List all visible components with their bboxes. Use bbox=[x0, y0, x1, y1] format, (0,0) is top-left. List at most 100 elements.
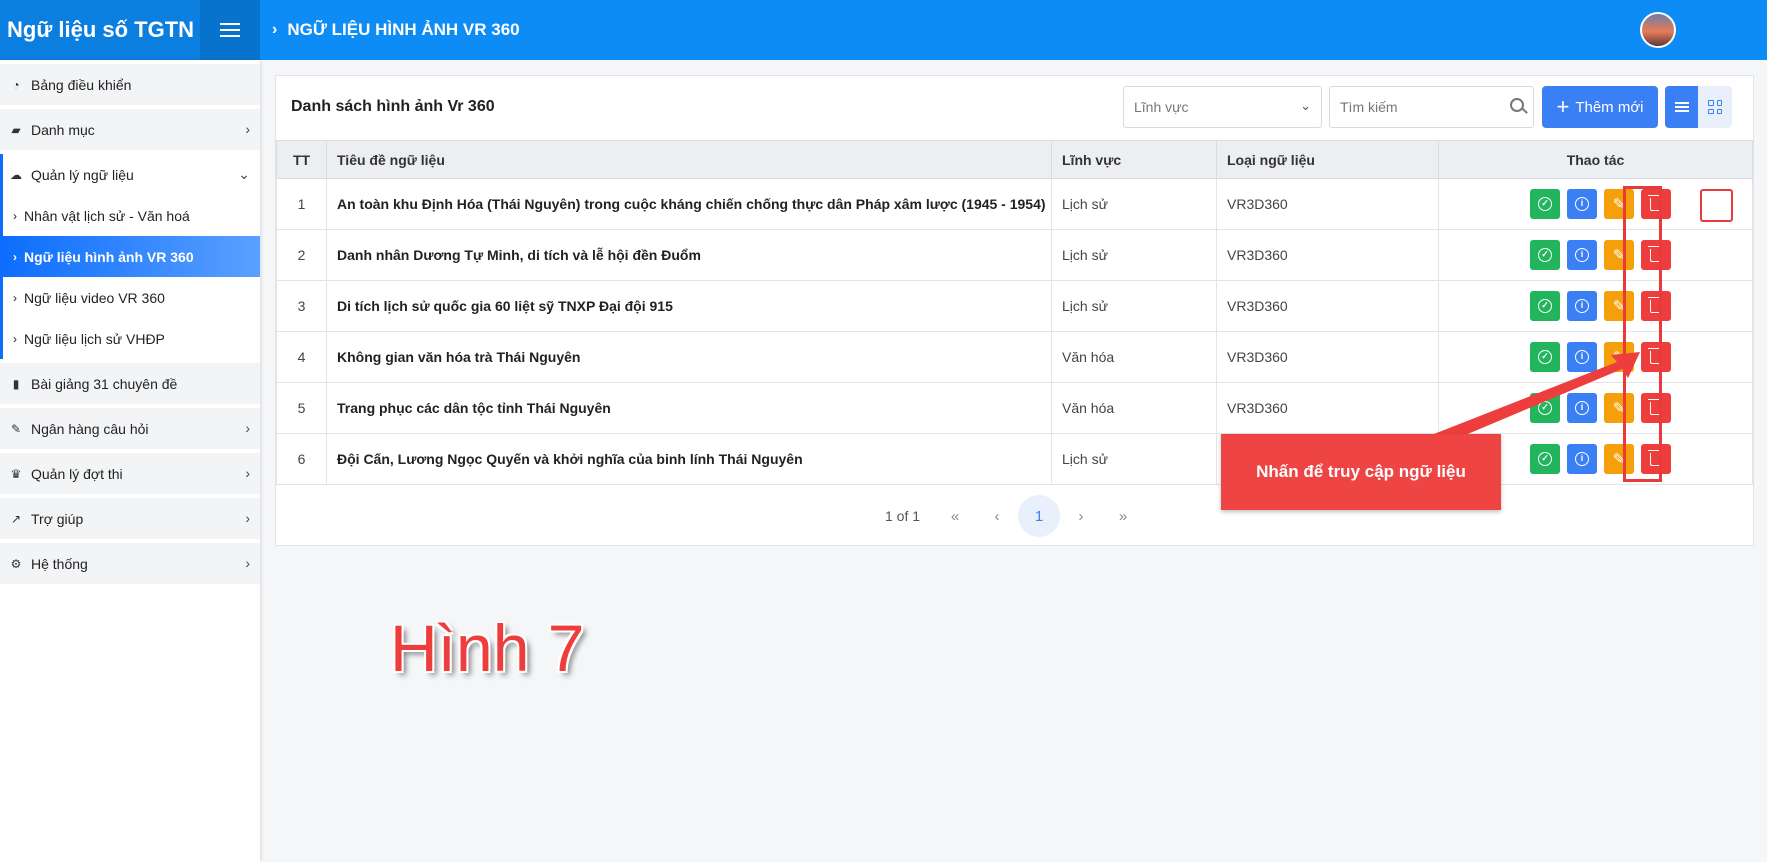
sidebar-item-help[interactable]: ↗ Trợ giúp › bbox=[0, 498, 260, 539]
approve-button[interactable]: ✓ bbox=[1530, 444, 1560, 474]
sidebar-item-label: Ngân hàng câu hỏi bbox=[31, 420, 149, 437]
add-new-label: Thêm mới bbox=[1575, 98, 1644, 116]
column-header-title: Tiêu đề ngữ liệu bbox=[326, 140, 1052, 179]
cell-title[interactable]: Không gian văn hóa trà Thái Nguyên bbox=[326, 331, 1052, 383]
info-icon: i bbox=[1575, 299, 1589, 313]
table-row: 4 Không gian văn hóa trà Thái Nguyên Văn… bbox=[276, 331, 1753, 383]
filter-placeholder: Lĩnh vực bbox=[1134, 99, 1189, 115]
cell-field: Văn hóa bbox=[1051, 331, 1217, 383]
sidebar-item-content-management[interactable]: ☁ Quản lý ngữ liệu ⌄ bbox=[0, 154, 260, 195]
cell-type: VR3D360 bbox=[1216, 178, 1439, 230]
cell-type: VR3D360 bbox=[1216, 382, 1439, 434]
check-circle-icon: ✓ bbox=[1538, 452, 1552, 466]
cell-field: Lịch sử bbox=[1051, 229, 1217, 281]
cloud-icon: ☁ bbox=[10, 167, 22, 182]
sidebar-item-dashboard[interactable]: ◔ Bảng điều khiển bbox=[0, 64, 260, 105]
table-row: 6 Đội Cấn, Lương Ngọc Quyến và khởi nghĩ… bbox=[276, 433, 1753, 485]
pagination: 1 of 1 « ‹ 1 › » bbox=[276, 495, 1753, 537]
field-filter-select[interactable]: Lĩnh vực ⌄ bbox=[1123, 86, 1322, 128]
page-1-button[interactable]: 1 bbox=[1018, 495, 1061, 537]
sidebar-item-system[interactable]: ⚙ Hệ thống › bbox=[0, 543, 260, 584]
chevron-right-icon: › bbox=[245, 420, 250, 436]
cell-type: VR3D360 bbox=[1216, 229, 1439, 281]
trophy-icon: ♛ bbox=[10, 466, 22, 481]
approve-button[interactable]: ✓ bbox=[1530, 240, 1560, 270]
list-icon bbox=[1675, 102, 1689, 112]
column-header-type: Loại ngữ liệu bbox=[1216, 140, 1439, 179]
sidebar-subitem-historical-figures[interactable]: › Nhân vật lịch sử - Văn hoá bbox=[0, 195, 260, 236]
table-row: 1 An toàn khu Định Hóa (Thái Nguyên) tro… bbox=[276, 178, 1753, 230]
annotation-callout: Nhấn để truy cập ngữ liệu bbox=[1221, 434, 1501, 510]
info-button[interactable]: i bbox=[1567, 393, 1597, 423]
menu-toggle-button[interactable] bbox=[200, 0, 260, 60]
book-icon: ▮ bbox=[12, 376, 20, 391]
sidebar: ◔ Bảng điều khiển ▰ Danh mục › ☁ Quản lý ngữ… bbox=[0, 60, 260, 862]
prev-page-button[interactable]: ‹ bbox=[976, 495, 1018, 537]
cell-actions: ✓ i ✎ bbox=[1438, 331, 1753, 383]
avatar[interactable] bbox=[1640, 12, 1676, 48]
plus-icon: + bbox=[1556, 94, 1570, 119]
chevron-right-icon: › bbox=[245, 465, 250, 481]
approve-button[interactable]: ✓ bbox=[1530, 342, 1560, 372]
cell-title[interactable]: Di tích lịch sử quốc gia 60 liệt sỹ TNXP… bbox=[326, 280, 1052, 332]
sidebar-item-question-bank[interactable]: ✎ Ngân hàng câu hỏi › bbox=[0, 408, 260, 449]
sidebar-item-label: Quản lý đợt thi bbox=[31, 465, 123, 482]
cell-field: Lịch sử bbox=[1051, 178, 1217, 230]
hamburger-icon bbox=[220, 23, 240, 37]
check-circle-icon: ✓ bbox=[1538, 299, 1552, 313]
cell-title[interactable]: Đội Cấn, Lương Ngọc Quyến và khởi nghĩa … bbox=[326, 433, 1052, 485]
chevron-right-icon: › bbox=[245, 121, 250, 137]
sidebar-item-label: Danh mục bbox=[31, 121, 95, 138]
search-icon[interactable] bbox=[1510, 98, 1524, 112]
cell-title[interactable]: Trang phục các dân tộc tỉnh Thái Nguyên bbox=[326, 382, 1052, 434]
list-view-button[interactable] bbox=[1665, 86, 1699, 128]
approve-button[interactable]: ✓ bbox=[1530, 393, 1560, 423]
cell-title[interactable]: An toàn khu Định Hóa (Thái Nguyên) trong… bbox=[326, 178, 1052, 230]
sidebar-item-label: Hệ thống bbox=[31, 555, 88, 572]
edit-icon: ✎ bbox=[10, 421, 22, 436]
last-page-button[interactable]: » bbox=[1102, 495, 1144, 537]
info-button[interactable]: i bbox=[1567, 240, 1597, 270]
sidebar-item-lectures[interactable]: ▮ Bài giảng 31 chuyên đề bbox=[0, 363, 260, 404]
breadcrumb-label: NGỮ LIỆU HÌNH ẢNH VR 360 bbox=[287, 20, 520, 39]
approve-button[interactable]: ✓ bbox=[1530, 189, 1560, 219]
info-button[interactable]: i bbox=[1567, 342, 1597, 372]
sidebar-item-label: Bài giảng 31 chuyên đề bbox=[31, 375, 178, 392]
sidebar-item-exam-rounds[interactable]: ♛ Quản lý đợt thi › bbox=[0, 453, 260, 494]
page-info: 1 of 1 bbox=[884, 508, 921, 524]
grid-view-button[interactable] bbox=[1698, 86, 1732, 128]
next-page-button[interactable]: › bbox=[1060, 495, 1102, 537]
cell-tt: 3 bbox=[276, 280, 327, 332]
info-button[interactable]: i bbox=[1567, 444, 1597, 474]
info-icon: i bbox=[1575, 197, 1589, 211]
folder-open-icon: ▰ bbox=[11, 122, 21, 137]
grid-icon bbox=[1708, 100, 1722, 114]
search-input[interactable] bbox=[1329, 86, 1534, 128]
info-button[interactable]: i bbox=[1567, 189, 1597, 219]
cell-tt: 6 bbox=[276, 433, 327, 485]
app-brand[interactable]: Ngữ liệu số TGTN bbox=[0, 0, 200, 60]
cell-field: Văn hóa bbox=[1051, 382, 1217, 434]
column-header-field: Lĩnh vực bbox=[1051, 140, 1217, 179]
cell-actions: ✓ i ✎ bbox=[1438, 229, 1753, 281]
cell-tt: 4 bbox=[276, 331, 327, 383]
info-button[interactable]: i bbox=[1567, 291, 1597, 321]
check-circle-icon: ✓ bbox=[1538, 350, 1552, 364]
cell-title[interactable]: Danh nhân Dương Tự Minh, di tích và lễ h… bbox=[326, 229, 1052, 281]
sidebar-subitem-label: Ngữ liệu lịch sử VHĐP bbox=[24, 330, 165, 347]
first-page-button[interactable]: « bbox=[934, 495, 976, 537]
top-bar: Ngữ liệu số TGTN › NGỮ LIỆU HÌNH ẢNH VR 3… bbox=[0, 0, 1767, 60]
info-icon: i bbox=[1575, 452, 1589, 466]
sidebar-subitem-vr360-images[interactable]: › Ngữ liệu hình ảnh VR 360 bbox=[0, 236, 260, 277]
sidebar-subitem-vr360-videos[interactable]: › Ngữ liệu video VR 360 bbox=[0, 277, 260, 318]
chevron-right-icon: › bbox=[13, 290, 17, 305]
sidebar-item-categories[interactable]: ▰ Danh mục › bbox=[0, 109, 260, 150]
sidebar-subitem-local-history[interactable]: › Ngữ liệu lịch sử VHĐP bbox=[0, 318, 260, 359]
add-new-button[interactable]: + Thêm mới bbox=[1542, 86, 1658, 128]
content-table: TT Tiêu đề ngữ liệu Lĩnh vực Loại ngữ li… bbox=[276, 140, 1753, 485]
approve-button[interactable]: ✓ bbox=[1530, 291, 1560, 321]
page-title: Danh sách hình ảnh Vr 360 bbox=[291, 98, 495, 115]
chevron-right-icon: › bbox=[245, 510, 250, 526]
cell-type: VR3D360 bbox=[1216, 280, 1439, 332]
table-row: 5 Trang phục các dân tộc tỉnh Thái Nguyê… bbox=[276, 382, 1753, 434]
